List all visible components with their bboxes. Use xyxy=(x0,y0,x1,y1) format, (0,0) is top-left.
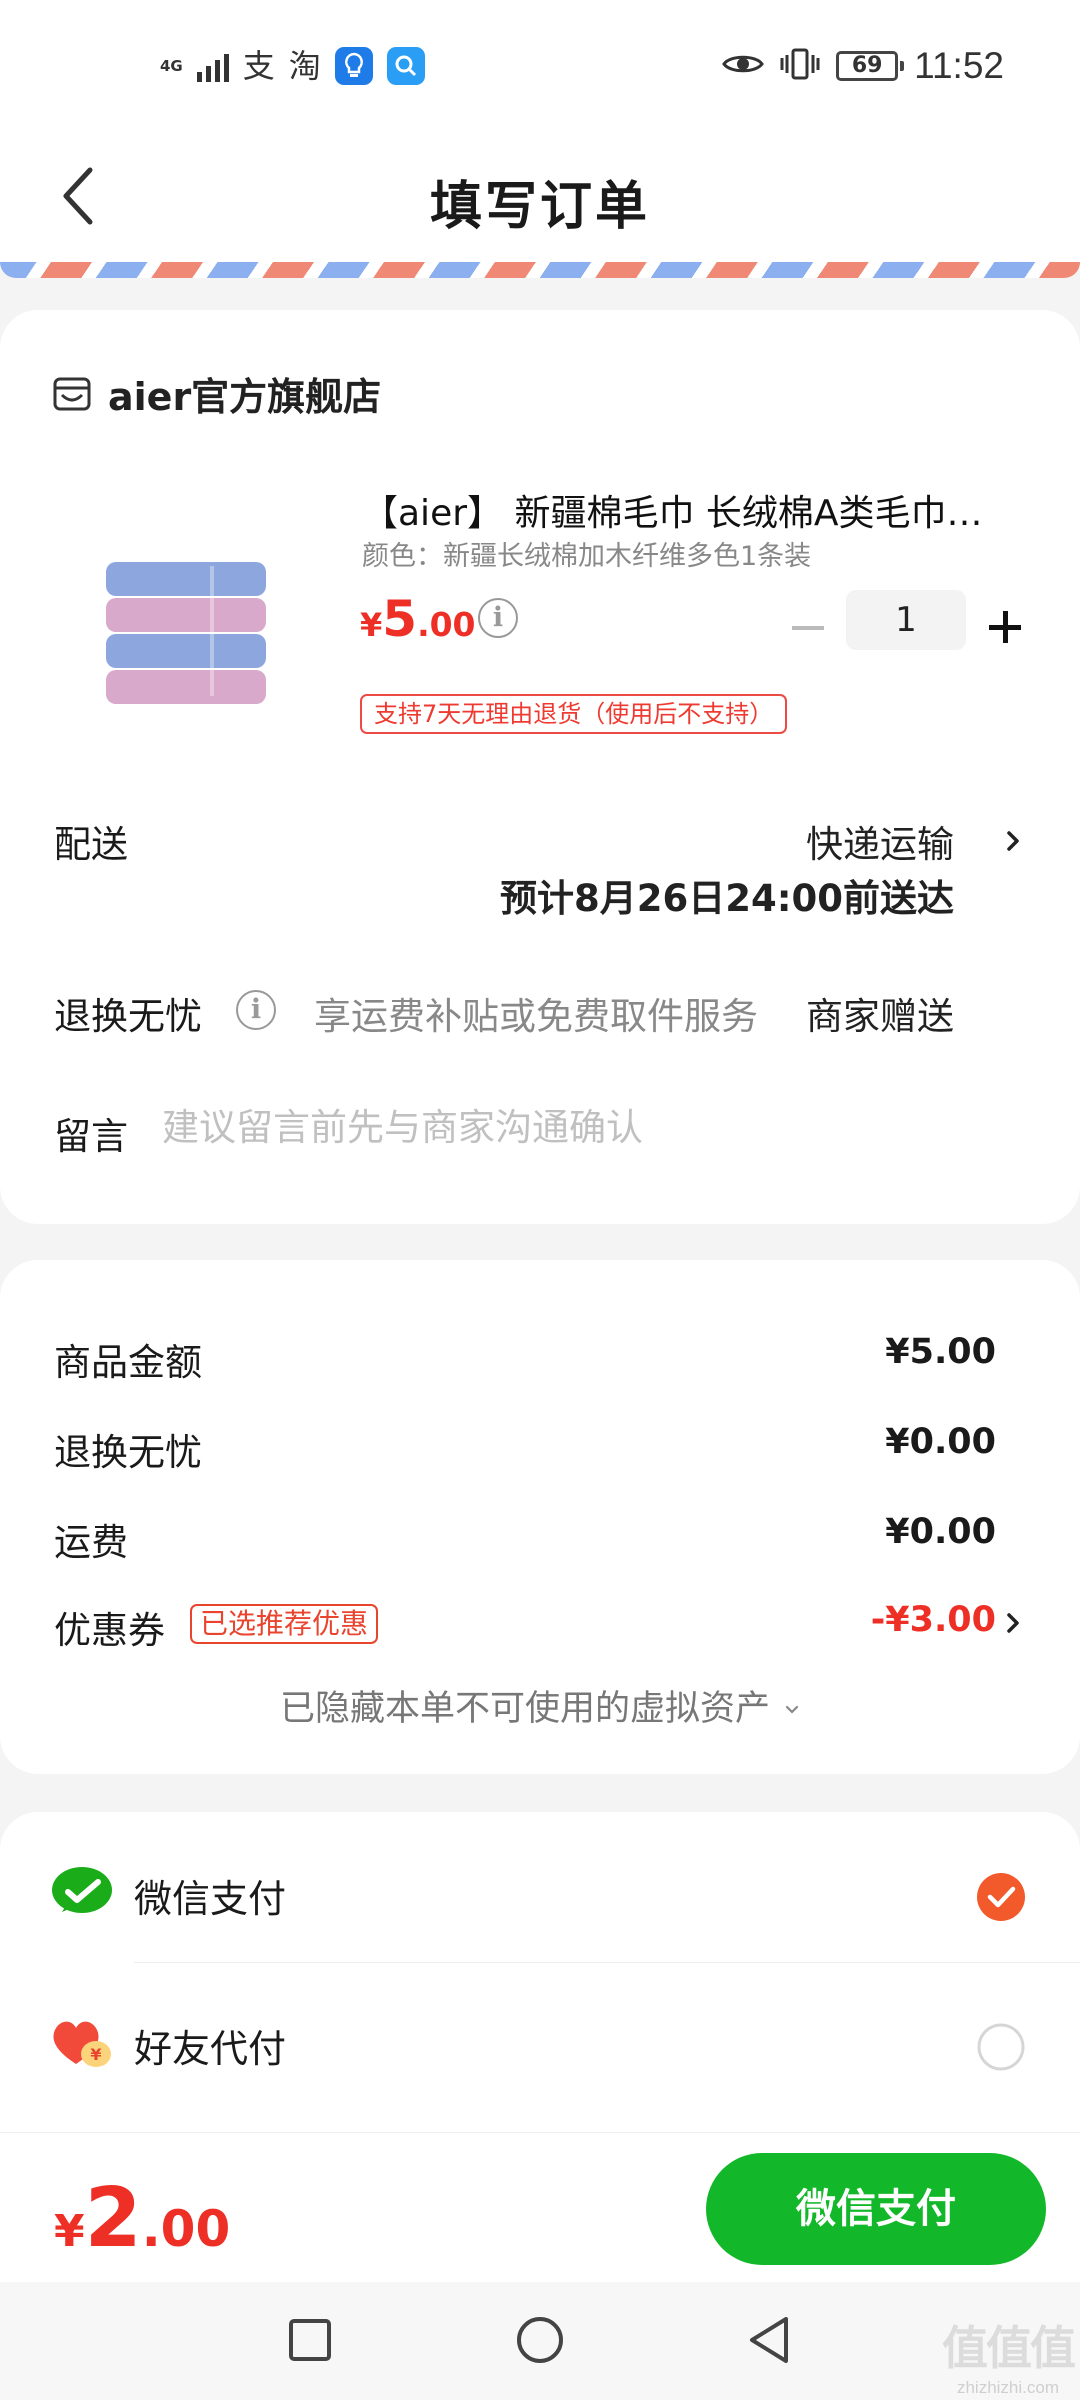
return-free-value: 商家赠送 xyxy=(806,995,954,1038)
vibrate-icon xyxy=(780,47,820,85)
product-spec: 颜色：新疆长绒棉加木纤维多色1条装 xyxy=(362,541,812,572)
coupon-value[interactable]: -¥3.00 xyxy=(871,1600,996,1640)
payment-option-friend[interactable]: ¥ 好友代付 xyxy=(0,1962,1080,2112)
total-currency: ¥ xyxy=(54,2206,85,2257)
watermark-url: zhizhizhi.com xyxy=(956,2378,1060,2397)
return-free-description: 享运费补贴或免费取件服务 xyxy=(314,995,758,1038)
price-integer: 5 xyxy=(382,590,418,648)
product-image[interactable] xyxy=(92,518,282,718)
svg-text:¥: ¥ xyxy=(90,2045,101,2064)
delivery-label: 配送 xyxy=(54,823,128,866)
price-info-icon[interactable]: i xyxy=(478,598,518,638)
total-decimal: .00 xyxy=(141,2200,231,2258)
quantity-increase-button[interactable] xyxy=(980,602,1030,652)
network-type: 4G xyxy=(160,56,183,75)
circle-icon xyxy=(517,2317,563,2363)
price-decimal: .00 xyxy=(417,605,476,644)
recent-apps-button[interactable] xyxy=(280,2310,340,2370)
payment-label-friend: 好友代付 xyxy=(134,2027,287,2071)
return-policy-tag: 支持7天无理由退货（使用后不支持） xyxy=(360,694,788,734)
radio-unchecked-icon[interactable] xyxy=(976,2022,1026,2072)
product-title[interactable]: 【aier】 新疆棉毛巾 长绒棉A类毛巾… xyxy=(362,484,1032,536)
nav-bar: 填写订单 xyxy=(0,130,1080,262)
summary-item-return-label: 退换无忧 xyxy=(54,1431,202,1474)
delivery-eta: 预计8月26日24:00前送达 xyxy=(499,877,954,920)
payment-card: 微信支付 ¥ 好友代付 xyxy=(0,1812,1080,2132)
wechat-pay-icon xyxy=(52,1867,112,1913)
coupon-chevron-icon[interactable] xyxy=(1002,1612,1024,1634)
payment-option-wechat[interactable]: 微信支付 xyxy=(0,1812,1080,1963)
chevron-down-icon xyxy=(785,1705,799,1714)
store-name: aier官方旗舰店 xyxy=(108,375,382,419)
system-nav-bar xyxy=(0,2282,1080,2400)
price-currency: ¥ xyxy=(360,606,383,644)
friend-pay-icon: ¥ xyxy=(53,2021,111,2067)
quantity-value[interactable]: 1 xyxy=(846,590,966,650)
store-row[interactable]: aier官方旗舰店 xyxy=(52,366,381,421)
hidden-assets-toggle[interactable]: 已隐藏本单不可使用的虚拟资产 xyxy=(0,1680,1080,1731)
hidden-assets-text: 已隐藏本单不可使用的虚拟资产 xyxy=(279,1689,770,1729)
checkout-bar: ¥2.00 微信支付 xyxy=(0,2132,1080,2282)
delivery-method[interactable]: 快递运输 xyxy=(806,814,954,868)
payment-label-wechat: 微信支付 xyxy=(134,1877,287,1921)
page-title: 填写订单 xyxy=(429,177,650,237)
watermark: 值值值 zhizhizhi.com xyxy=(942,2312,1076,2398)
price-summary-card: 商品金额 ¥5.00 退换无忧 ¥0.00 运费 ¥0.00 优惠券 已选推荐优… xyxy=(0,1260,1080,1774)
message-input[interactable] xyxy=(162,1106,962,1149)
status-left: 4G 支 淘 xyxy=(160,44,425,88)
quantity-decrease-button[interactable] xyxy=(784,604,832,652)
watermark-logo: 值值值 xyxy=(942,2321,1076,2375)
summary-item-shipping-value: ¥0.00 xyxy=(885,1512,996,1552)
total-integer: 2 xyxy=(84,2171,142,2266)
pay-button[interactable]: 微信支付 xyxy=(706,2153,1046,2265)
coupon-label: 优惠券 xyxy=(54,1609,165,1652)
square-icon xyxy=(289,2319,331,2361)
status-bar: 4G 支 淘 69 11:52 xyxy=(0,0,1080,130)
eye-comfort-icon xyxy=(722,51,764,81)
summary-item-goods-label: 商品金额 xyxy=(54,1341,202,1384)
taobao-notification-icon: 淘 xyxy=(288,47,321,85)
battery-icon: 69 xyxy=(836,51,905,81)
minus-icon xyxy=(792,626,824,630)
product-price: ¥5.00 xyxy=(360,590,476,648)
summary-item-shipping-label: 运费 xyxy=(54,1521,128,1564)
order-card: aier官方旗舰店 【aier】 新疆棉毛巾 长绒棉A类毛巾… 颜色：新疆长绒棉… xyxy=(0,310,1080,1224)
message-label: 留言 xyxy=(54,1115,128,1158)
radio-checked-icon[interactable] xyxy=(976,1872,1026,1922)
summary-item-goods-value: ¥5.00 xyxy=(885,1332,996,1372)
status-right: 69 11:52 xyxy=(722,44,1004,88)
search-app-icon xyxy=(386,47,425,85)
clock: 11:52 xyxy=(914,45,1004,86)
summary-item-return-value: ¥0.00 xyxy=(885,1422,996,1462)
store-icon xyxy=(53,377,91,410)
plus-icon xyxy=(989,611,1021,643)
alipay-notification-icon: 支 xyxy=(242,47,275,85)
system-back-button[interactable] xyxy=(740,2310,800,2370)
coupon-tag: 已选推荐优惠 xyxy=(190,1604,379,1644)
return-free-label: 退换无忧 xyxy=(54,995,202,1038)
return-free-info-icon[interactable]: i xyxy=(236,990,276,1030)
home-button[interactable] xyxy=(510,2310,570,2370)
signal-icon xyxy=(196,50,229,82)
bulb-app-icon xyxy=(334,47,373,85)
chevron-right-icon[interactable] xyxy=(1002,830,1024,852)
triangle-back-icon xyxy=(750,2317,788,2363)
total-price: ¥2.00 xyxy=(54,2171,230,2266)
envelope-border xyxy=(0,262,1080,278)
